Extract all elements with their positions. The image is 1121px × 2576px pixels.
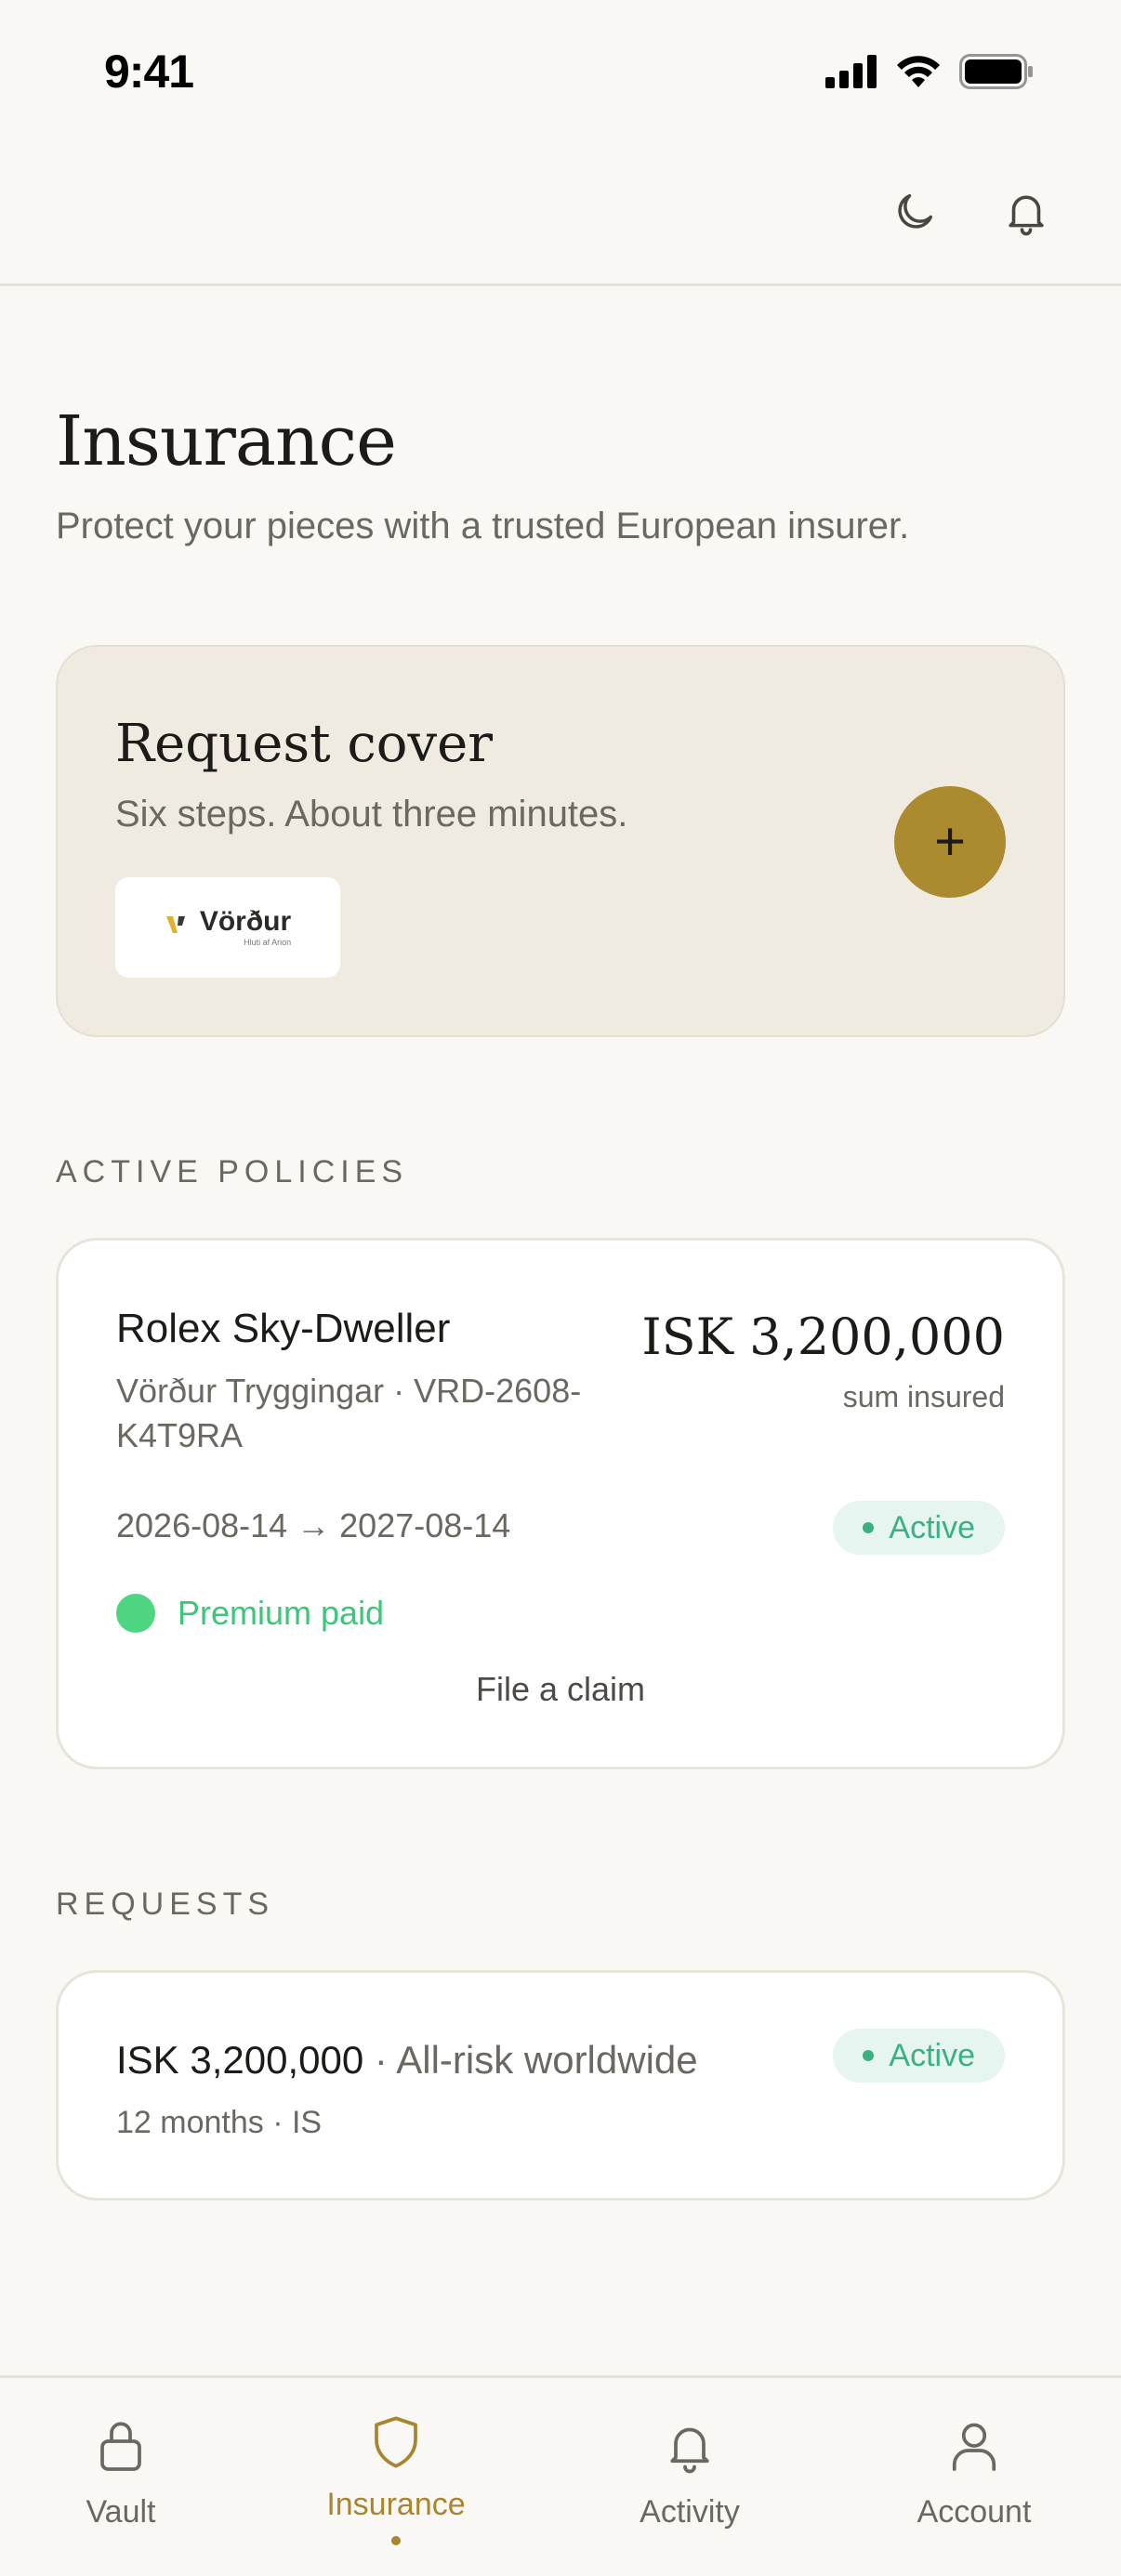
tab-bar: Vault Insurance Activity Account [0, 2375, 1121, 2576]
tab-account[interactable]: Account [863, 2415, 1086, 2530]
dark-mode-button[interactable] [881, 180, 948, 247]
signal-icon [825, 55, 877, 93]
request-summary: ISK 3,200,000 · All-risk worldwide [116, 2038, 698, 2083]
policy-status-text: Active [889, 1509, 975, 1545]
tab-vault[interactable]: Vault [9, 2415, 232, 2530]
lock-icon [93, 2415, 149, 2481]
insurer-logo-text: Vörður [199, 906, 292, 937]
status-icons [825, 54, 1034, 94]
premium-status-text: Premium paid [178, 1594, 385, 1632]
request-card[interactable]: ISK 3,200,000 · All-risk worldwide 12 mo… [56, 1970, 1065, 2201]
active-tab-indicator [391, 2536, 401, 2545]
policy-insurer-ref: Vörður Tryggingar · VRD-2608-K4T9RA [116, 1372, 582, 1454]
tab-label: Vault [86, 2494, 156, 2530]
status-dot-icon [863, 2050, 875, 2061]
bell-icon [1001, 186, 1051, 243]
insurer-logo: Vörður Hluti af Arion [115, 877, 340, 978]
request-cover-title: Request cover [115, 714, 494, 774]
tab-label: Account [917, 2494, 1032, 2530]
premium-dot-icon [116, 1594, 155, 1633]
moon-icon [890, 188, 939, 241]
file-claim-button[interactable]: File a claim [59, 1670, 1062, 1709]
request-cover-subtitle: Six steps. About three minutes. [115, 794, 628, 835]
policy-status-badge: Active [833, 1501, 1005, 1555]
page-title: Insurance [56, 401, 397, 481]
shield-icon [370, 2413, 422, 2476]
status-time: 9:41 [104, 46, 194, 98]
policy-dates: 2026-08-14 → 2027-08-14 [116, 1506, 511, 1544]
wifi-icon [894, 54, 943, 94]
requests-label: REQUESTS [56, 1886, 275, 1922]
tab-insurance[interactable]: Insurance [284, 2413, 508, 2545]
tab-activity[interactable]: Activity [578, 2415, 801, 2530]
add-request-button[interactable]: + [894, 786, 1006, 898]
tab-label: Insurance [326, 2487, 466, 2522]
policy-sum-insured-label: sum insured [842, 1380, 1005, 1413]
battery-icon [959, 54, 1034, 94]
request-status-badge: Active [833, 2029, 1005, 2083]
request-details: 12 months · IS [116, 2105, 323, 2140]
insurer-logo-tagline: Hluti af Arion [244, 938, 292, 947]
tab-label: Activity [640, 2494, 740, 2530]
header-bar [0, 139, 1121, 286]
policy-sum-insured: ISK 3,200,000 [641, 1308, 1005, 1366]
status-dot-icon [863, 1522, 875, 1533]
request-cover-card[interactable]: Request cover Six steps. About three min… [56, 645, 1065, 1037]
page-subtitle: Protect your pieces with a trusted Europ… [56, 506, 910, 546]
insurer-logo-mark-icon [165, 913, 192, 943]
user-icon [946, 2415, 1002, 2481]
status-bar: 9:41 [0, 0, 1121, 139]
notifications-button[interactable] [993, 180, 1060, 247]
active-policies-label: ACTIVE POLICIES [56, 1154, 409, 1189]
premium-status: Premium paid [116, 1594, 384, 1633]
request-status-text: Active [889, 2037, 975, 2073]
request-coverage: · All-risk worldwide [363, 2038, 698, 2082]
bell-icon [662, 2415, 718, 2481]
request-amount: ISK 3,200,000 [116, 2038, 364, 2082]
policy-name: Rolex Sky-Dweller [116, 1306, 451, 1351]
policy-card[interactable]: Rolex Sky-Dweller Vörður Tryggingar · VR… [56, 1238, 1065, 1769]
